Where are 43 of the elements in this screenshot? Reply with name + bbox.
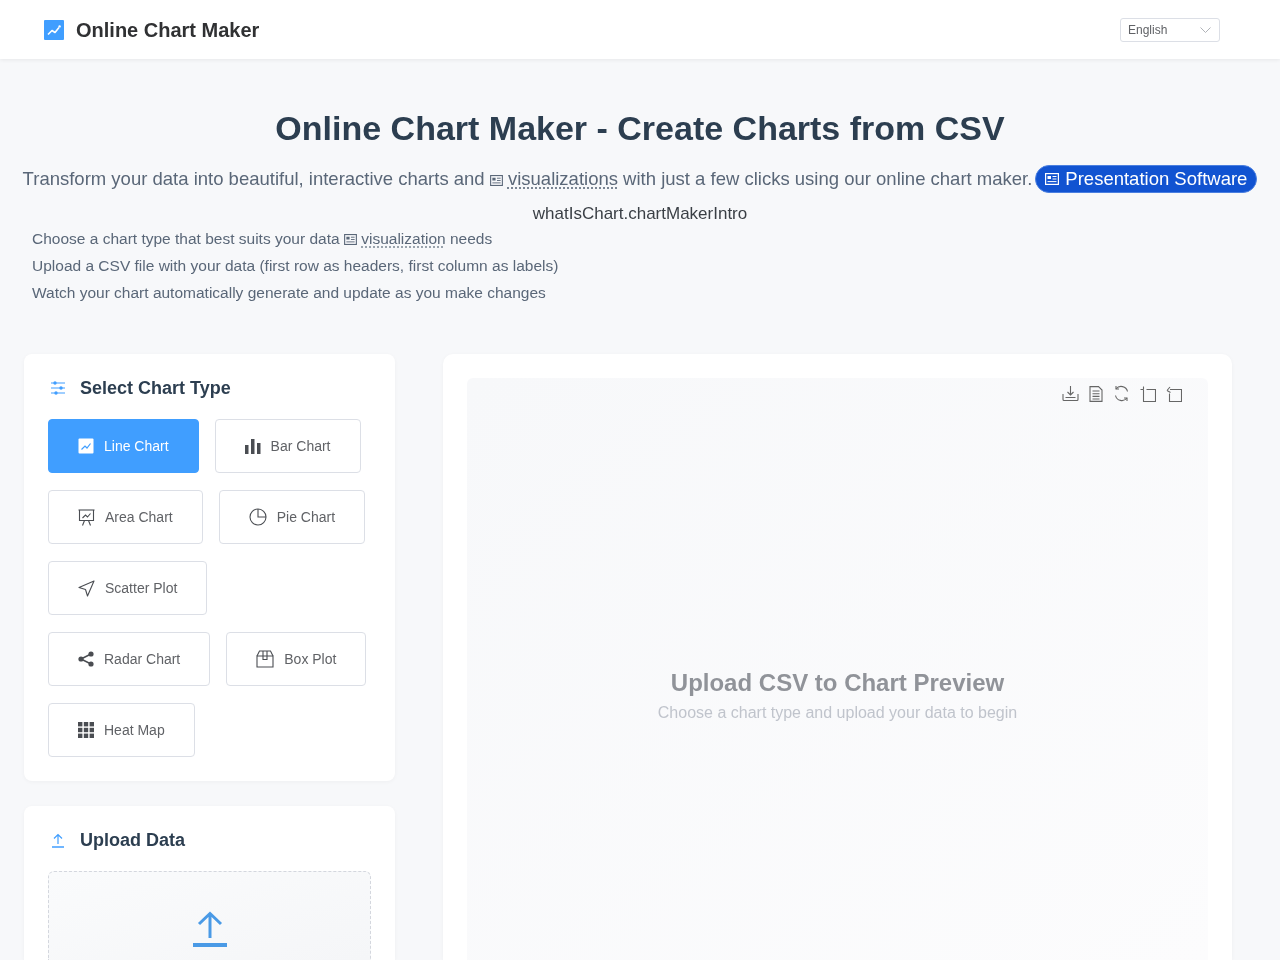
panel-title: Select Chart Type — [80, 376, 231, 400]
share-icon — [78, 651, 94, 667]
card-icon — [343, 234, 357, 245]
step-text: Upload a CSV file with your data (first row as headers, first column as labels) — [32, 256, 560, 276]
panel-title: Upload Data — [80, 828, 185, 852]
chart-type-button[interactable]: Heat Map — [48, 703, 195, 757]
line-chart-icon — [78, 438, 94, 454]
document-icon[interactable] — [1089, 385, 1103, 402]
language-select[interactable]: English — [1120, 17, 1220, 42]
chevron-down-icon — [1200, 26, 1211, 33]
page-title: Online Chart Maker - Create Charts from CSV — [274, 108, 1006, 149]
undo-icon[interactable] — [1166, 385, 1182, 402]
empty-state-title: Upload CSV to Chart Preview — [670, 668, 1005, 698]
chart-type-button[interactable]: Bar Chart — [214, 419, 361, 473]
subtitle-text: Transform your data into beautiful, interactive charts and visualizations with just a few clicks using our online chart maker. — [22, 167, 1033, 191]
card-icon — [1045, 173, 1060, 185]
grid-icon — [78, 722, 94, 738]
box-icon — [256, 650, 275, 668]
chart-type-button[interactable]: Scatter Plot — [48, 561, 208, 615]
glossary-link[interactable]: visualization — [361, 230, 446, 247]
chart-type-button[interactable]: Radar Chart — [48, 632, 211, 686]
bar-chart-icon — [244, 438, 261, 454]
logo-icon — [44, 19, 64, 40]
download-icon[interactable] — [1062, 385, 1079, 402]
card-icon — [489, 175, 503, 186]
sliders-icon — [50, 380, 66, 396]
chart-type-button[interactable]: Box Plot — [226, 632, 367, 686]
app-title: Online Chart Maker — [76, 17, 260, 43]
presentation-software-link[interactable]: Presentation Software — [1035, 165, 1258, 193]
refresh-icon[interactable] — [1113, 385, 1130, 402]
chart-type-button[interactable]: Pie Chart — [218, 490, 366, 544]
crop-icon[interactable] — [1140, 385, 1156, 402]
upload-icon — [191, 911, 228, 947]
step-text: Choose a chart type that best suits your data visualization needs — [32, 229, 494, 249]
empty-state-hint: Choose a chart type and upload your data to begin — [657, 703, 1018, 723]
step-text: Watch your chart automatically generate and update as you make changes — [32, 283, 547, 303]
upload-icon — [50, 832, 66, 848]
pie-chart-icon — [248, 508, 267, 526]
pointer-arrow-icon — [78, 579, 95, 597]
chart-type-button[interactable]: Area Chart — [48, 490, 203, 544]
glossary-link[interactable]: visualizations — [507, 168, 618, 189]
intro-text: whatIsChart.chartMakerIntro — [531, 203, 749, 225]
easel-chart-icon — [78, 508, 95, 526]
